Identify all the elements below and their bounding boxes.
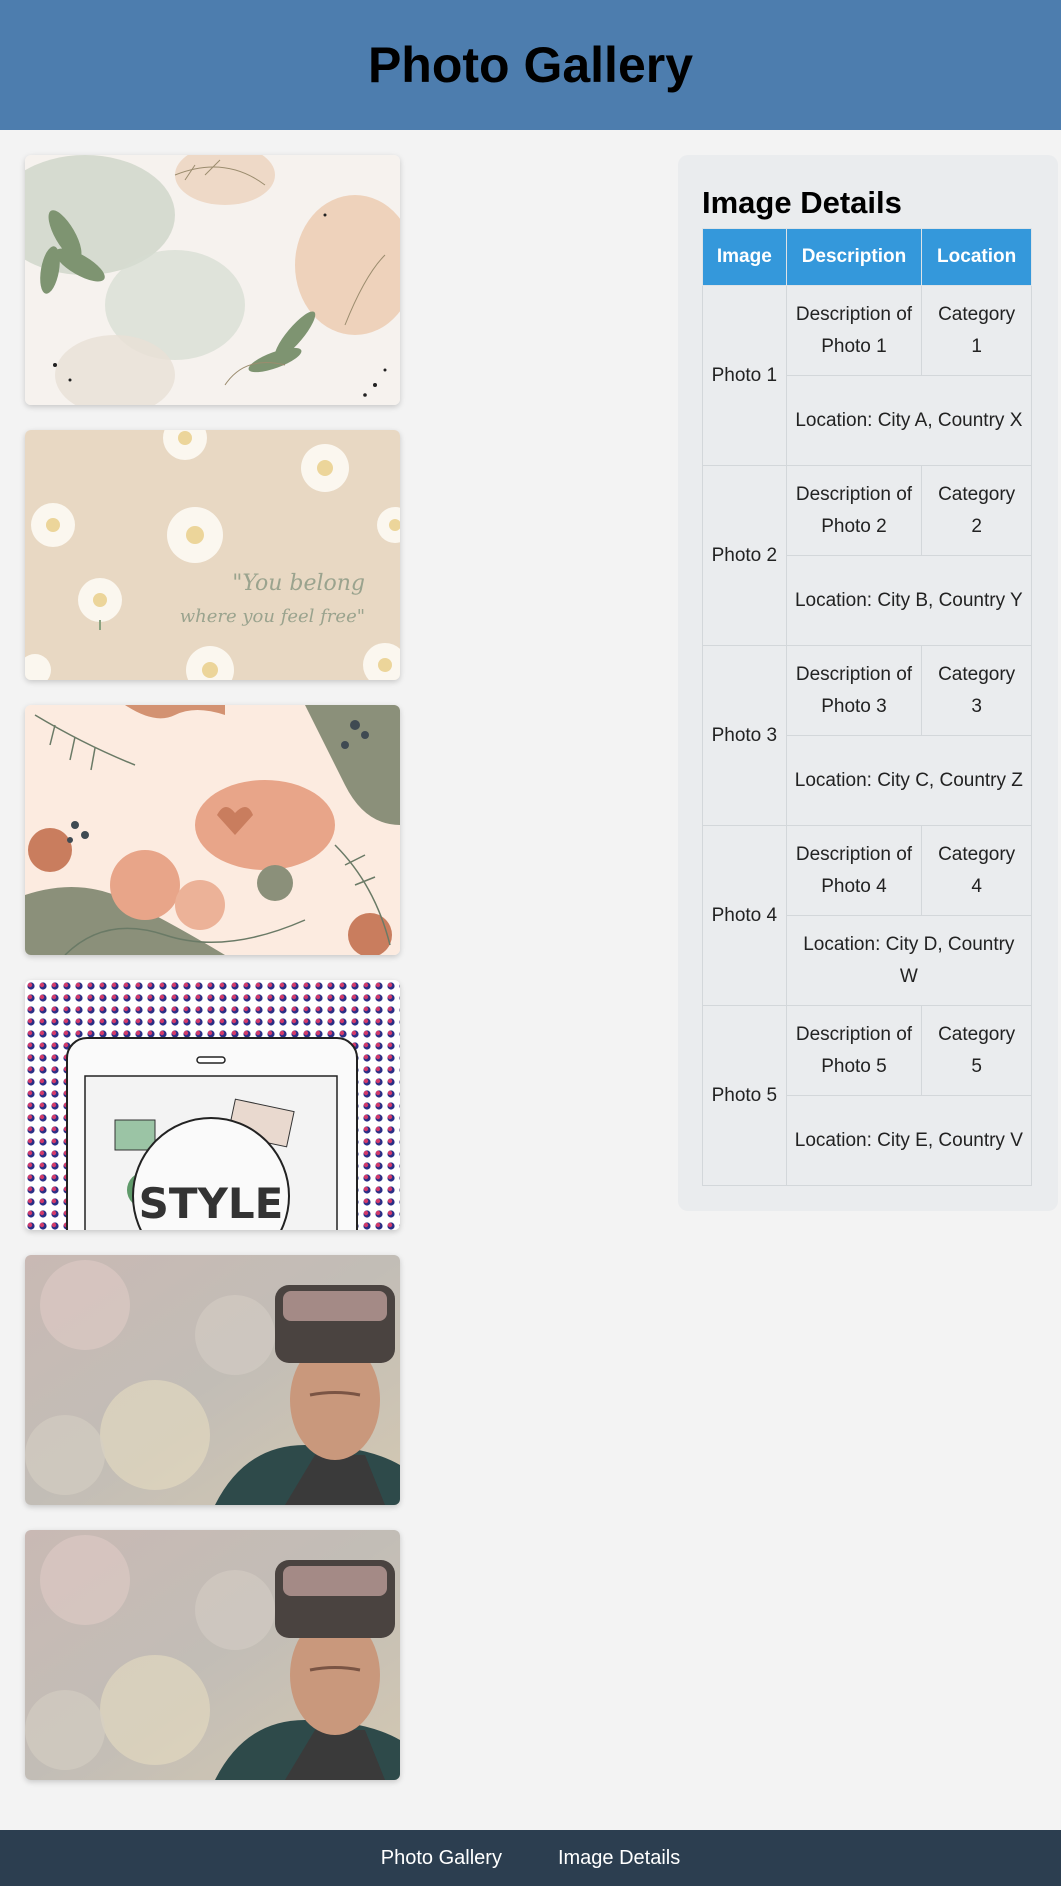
photo-image: "You belong where you feel free" — [25, 430, 400, 680]
page-footer: Photo Gallery Image Details — [0, 1830, 1061, 1886]
description-cell: Description of Photo 5 — [785, 1005, 923, 1096]
image-cell: Photo 2 — [702, 465, 787, 646]
table-row: Photo 2 Description of Photo 2 Category … — [702, 465, 1032, 646]
image-details-table: Image Description Location Photo 1 Descr… — [702, 228, 1033, 1186]
location-cell: Location: City C, Country Z — [785, 735, 1033, 826]
category-cell: Category 3 — [921, 645, 1032, 736]
column-header-description: Description — [785, 228, 923, 286]
image-cell: Photo 1 — [702, 285, 787, 466]
gallery-photo[interactable]: "You belong where you feel free" — [25, 430, 400, 680]
location-cell: Location: City D, Country W — [785, 915, 1033, 1006]
table-row: Photo 1 Description of Photo 1 Category … — [702, 285, 1032, 466]
photo-caption: where you feel free" — [180, 606, 365, 627]
image-details-panel: Image Details Image Description Location… — [678, 155, 1058, 1211]
description-cell: Description of Photo 2 — [785, 465, 923, 556]
photo-image — [25, 705, 400, 955]
page-header: Photo Gallery — [0, 0, 1061, 130]
table-header-row: Image Description Location — [702, 228, 1032, 286]
category-cell: Category 5 — [921, 1005, 1032, 1096]
photo-image: STYLE — [25, 980, 400, 1230]
photo-image — [25, 155, 400, 405]
category-cell: Category 1 — [921, 285, 1032, 376]
photo-image — [25, 1530, 400, 1780]
footer-link-image-details[interactable]: Image Details — [558, 1847, 680, 1870]
description-cell: Description of Photo 1 — [785, 285, 923, 376]
description-cell: Description of Photo 4 — [785, 825, 923, 916]
category-cell: Category 4 — [921, 825, 1032, 916]
footer-link-photo-gallery[interactable]: Photo Gallery — [381, 1847, 502, 1870]
image-cell: Photo 4 — [702, 825, 787, 1006]
table-row: Photo 4 Description of Photo 4 Category … — [702, 825, 1032, 1006]
location-cell: Location: City E, Country V — [785, 1095, 1033, 1186]
page-title: Photo Gallery — [367, 37, 694, 93]
gallery-photo[interactable] — [25, 1255, 400, 1505]
photo-image — [25, 1255, 400, 1505]
image-cell: Photo 5 — [702, 1005, 787, 1186]
location-cell: Location: City A, Country X — [785, 375, 1033, 466]
image-cell: Photo 3 — [702, 645, 787, 826]
table-row: Photo 3 Description of Photo 3 Category … — [702, 645, 1032, 826]
photo-badge: STYLE — [139, 1179, 284, 1228]
description-cell: Description of Photo 3 — [785, 645, 923, 736]
details-title: Image Details — [702, 185, 902, 220]
gallery-photo[interactable]: STYLE — [25, 980, 400, 1230]
photo-caption: "You belong — [232, 571, 365, 596]
column-header-image: Image — [702, 228, 787, 286]
gallery-photo[interactable] — [25, 1530, 400, 1780]
photo-gallery: "You belong where you feel free" STYLE — [25, 155, 400, 1805]
location-cell: Location: City B, Country Y — [785, 555, 1033, 646]
gallery-photo[interactable] — [25, 705, 400, 955]
table-row: Photo 5 Description of Photo 5 Category … — [702, 1005, 1032, 1186]
column-header-location: Location — [921, 228, 1032, 286]
gallery-photo[interactable] — [25, 155, 400, 405]
category-cell: Category 2 — [921, 465, 1032, 556]
